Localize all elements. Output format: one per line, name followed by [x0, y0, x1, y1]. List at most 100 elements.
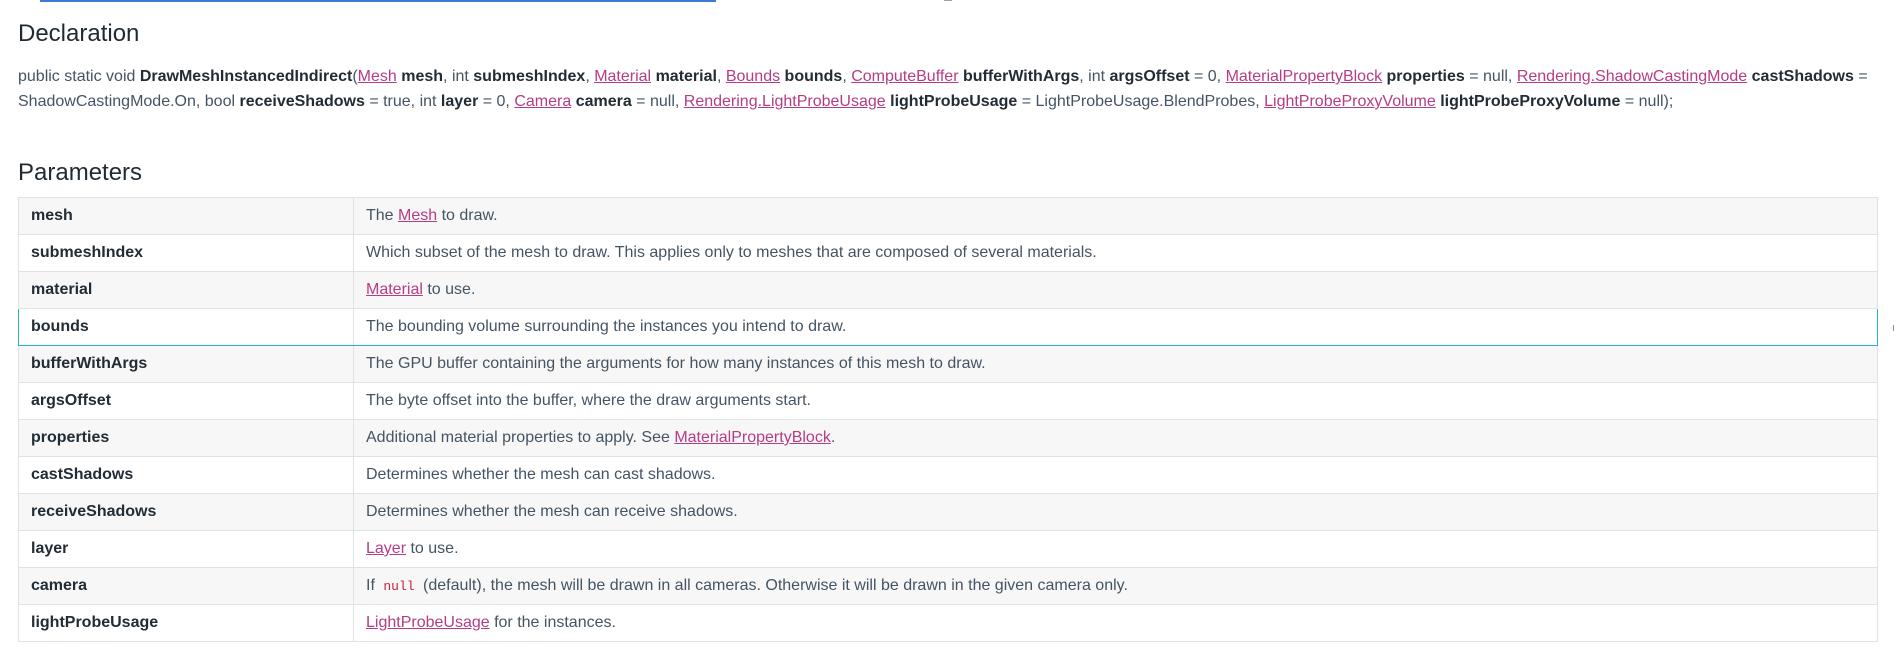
parameter-row: material Material to use.: [18, 271, 1878, 309]
type-link[interactable]: Camera: [514, 93, 571, 110]
parameter-description-cell: The GPU buffer containing the arguments …: [353, 345, 1878, 383]
parameter-row: mesh The Mesh to draw.: [18, 197, 1878, 235]
signature-text: , int: [1079, 68, 1110, 85]
parameter-name: submeshIndex: [473, 68, 586, 85]
parameters-heading: Parameters: [18, 159, 143, 186]
type-link[interactable]: Material: [366, 281, 423, 298]
parameter-name-cell: argsOffset: [18, 382, 354, 420]
parameter-description-cell: The Mesh to draw.: [353, 197, 1878, 235]
description-text: to draw.: [437, 207, 498, 224]
type-link[interactable]: Bounds: [726, 68, 780, 85]
parameter-row: submeshIndex Which subset of the mesh to …: [18, 234, 1878, 272]
signature-text: = true, int: [364, 93, 441, 110]
type-link[interactable]: MaterialPropertyBlock: [674, 429, 831, 446]
signature-text: = 0,: [1189, 68, 1226, 85]
description-text: .: [830, 429, 836, 446]
parameter-description-cell: If null (default), the mesh will be draw…: [353, 567, 1878, 605]
description-text: The bounding volume surrounding the inst…: [366, 318, 847, 335]
type-link[interactable]: LightProbeProxyVolume: [1264, 93, 1436, 110]
description-text: for the instances.: [489, 614, 616, 631]
parameter-name: lightProbeUsage: [890, 93, 1018, 110]
parameter-name-cell: material: [18, 271, 354, 309]
parameter-name: lightProbeProxyVolume: [1440, 93, 1621, 110]
scroll-marker: [944, 0, 952, 1]
parameter-name-cell: camera: [18, 567, 354, 605]
type-link[interactable]: MaterialPropertyBlock: [1226, 68, 1383, 85]
parameter-name-cell: castShadows: [18, 456, 354, 494]
signature-text: = null);: [1620, 93, 1674, 110]
signature-text: = null,: [631, 93, 684, 110]
parameter-name: DrawMeshInstancedIndirect: [139, 68, 353, 85]
signature-text: = LightProbeUsage.BlendProbes,: [1017, 93, 1265, 110]
description-text: Determines whether the mesh can receive …: [366, 503, 738, 520]
parameter-name-cell: lightProbeUsage: [18, 604, 354, 642]
parameter-name: layer: [440, 93, 479, 110]
description-text: to use.: [406, 540, 459, 557]
parameter-name-cell: layer: [18, 530, 354, 568]
parameter-name-cell: bufferWithArgs: [18, 345, 354, 383]
type-link[interactable]: ComputeBuffer: [851, 68, 958, 85]
signature-text: = 0,: [478, 93, 515, 110]
parameter-name: bufferWithArgs: [962, 68, 1080, 85]
type-link[interactable]: Layer: [366, 540, 406, 557]
parameter-row: lightProbeUsage LightProbeUsage for the i…: [18, 604, 1878, 642]
description-text: If: [366, 577, 380, 594]
type-link[interactable]: Rendering.ShadowCastingMode: [1517, 68, 1747, 85]
parameter-row: bounds The bounding volume surrounding th…: [18, 308, 1878, 346]
parameter-description-cell: Material to use.: [353, 271, 1878, 309]
description-text: Additional material properties to apply.…: [366, 429, 675, 446]
inline-code: null: [383, 579, 415, 594]
parameter-row: layer Layer to use.: [18, 530, 1878, 568]
parameter-name: material: [655, 68, 717, 85]
parameter-description-cell: Which subset of the mesh to draw. This a…: [353, 234, 1878, 272]
parameter-description-cell: LightProbeUsage for the instances.: [353, 604, 1878, 642]
parameter-name: receiveShadows: [239, 93, 365, 110]
method-signature: public static void DrawMeshInstancedIndi…: [18, 64, 1878, 114]
previous-link-underline[interactable]: [40, 0, 716, 2]
parameter-name: argsOffset: [1109, 68, 1190, 85]
parameter-name: camera: [575, 93, 632, 110]
signature-text: ,: [716, 68, 726, 85]
parameter-row: receiveShadows Determines whether the mes…: [18, 493, 1878, 531]
parameter-row: camera If null (default), the mesh will b…: [18, 567, 1878, 605]
type-link[interactable]: LightProbeUsage: [366, 614, 490, 631]
description-text: The: [366, 207, 399, 224]
signature-text: = null,: [1464, 68, 1517, 85]
parameter-description-cell: The byte offset into the buffer, where t…: [353, 382, 1878, 420]
signature-text: , int: [443, 68, 474, 85]
parameter-row: bufferWithArgs The GPU buffer containing …: [18, 345, 1878, 383]
description-text: (default), the mesh will be drawn in all…: [418, 577, 1128, 594]
parameter-name-cell: receiveShadows: [18, 493, 354, 531]
scripting-api-page: Declaration public static void DrawMeshI…: [0, 0, 1897, 648]
declaration-heading: Declaration: [18, 20, 140, 47]
parameter-name: bounds: [784, 68, 843, 85]
description-text: Which subset of the mesh to draw. This a…: [366, 244, 1097, 261]
parameter-name-cell: properties: [18, 419, 354, 457]
parameter-row: argsOffset The byte offset into the buffe…: [18, 382, 1878, 420]
parameter-name: properties: [1386, 68, 1465, 85]
description-text: The GPU buffer containing the arguments …: [366, 355, 986, 372]
scrollbar-edge[interactable]: [1893, 325, 1897, 331]
parameter-name: mesh: [401, 68, 444, 85]
parameter-name: castShadows: [1751, 68, 1854, 85]
description-text: to use.: [422, 281, 476, 298]
parameter-description-cell: The bounding volume surrounding the inst…: [353, 308, 1878, 346]
type-link[interactable]: Mesh: [398, 207, 437, 224]
parameter-name-cell: bounds: [18, 308, 354, 346]
parameter-description-cell: Additional material properties to apply.…: [353, 419, 1878, 457]
type-link[interactable]: Rendering.LightProbeUsage: [684, 93, 886, 110]
signature-text: ,: [842, 68, 852, 85]
type-link[interactable]: Material: [594, 68, 651, 85]
parameter-description-cell: Determines whether the mesh can cast sha…: [353, 456, 1878, 494]
description-text: Determines whether the mesh can cast sha…: [366, 466, 716, 483]
parameter-row: properties Additional material properties…: [18, 419, 1878, 457]
parameters-table: mesh The Mesh to draw. submeshIndex Which s…: [18, 197, 1878, 642]
signature-text: public static void: [18, 68, 140, 85]
description-text: The byte offset into the buffer, where t…: [366, 392, 811, 409]
parameter-description-cell: Layer to use.: [353, 530, 1878, 568]
parameter-description-cell: Determines whether the mesh can receive …: [353, 493, 1878, 531]
parameter-name-cell: submeshIndex: [18, 234, 354, 272]
signature-text: ,: [585, 68, 595, 85]
parameter-row: castShadows Determines whether the mesh c…: [18, 456, 1878, 494]
type-link[interactable]: Mesh: [358, 68, 397, 85]
